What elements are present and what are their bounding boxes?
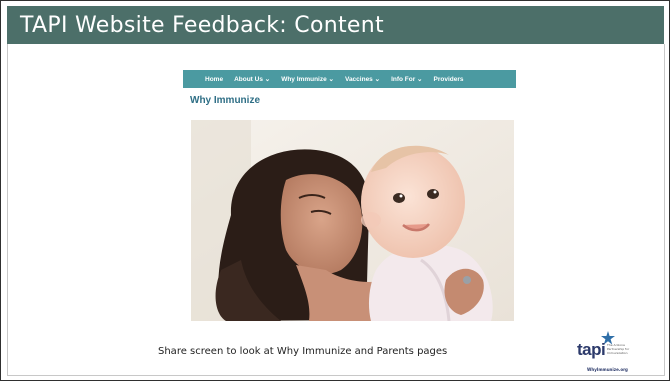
nav-item-vaccines[interactable]: Vaccines ⌄ (345, 75, 380, 83)
nav-item-providers[interactable]: Providers (434, 76, 464, 83)
slide-title-bar: TAPI Website Feedback: Content (7, 6, 664, 44)
nav-item-about-us[interactable]: About Us ⌄ (234, 75, 270, 83)
nav-item-home[interactable]: Home (205, 76, 223, 83)
logo-tagline: The Arizona Partnership for Immunization (607, 343, 630, 355)
slide: TAPI Website Feedback: Content Home Abou… (0, 0, 670, 381)
slide-caption: Share screen to look at Why Immunize and… (158, 346, 448, 357)
slide-title: TAPI Website Feedback: Content (20, 13, 384, 38)
nav-item-why-immunize[interactable]: Why Immunize ⌄ (281, 75, 334, 83)
logo-url: WhyImmunize.org (587, 367, 628, 372)
nav-item-info-for[interactable]: Info For ⌄ (391, 75, 422, 83)
tapi-logo: tapi The Arizona Partnership for Immuniz… (572, 331, 644, 375)
website-page-heading: Why Immunize (190, 95, 261, 106)
mother-baby-photo (191, 120, 514, 321)
logo-wordmark: tapi (577, 340, 606, 359)
website-nav-bar: Home About Us ⌄ Why Immunize ⌄ Vaccines … (183, 70, 516, 88)
